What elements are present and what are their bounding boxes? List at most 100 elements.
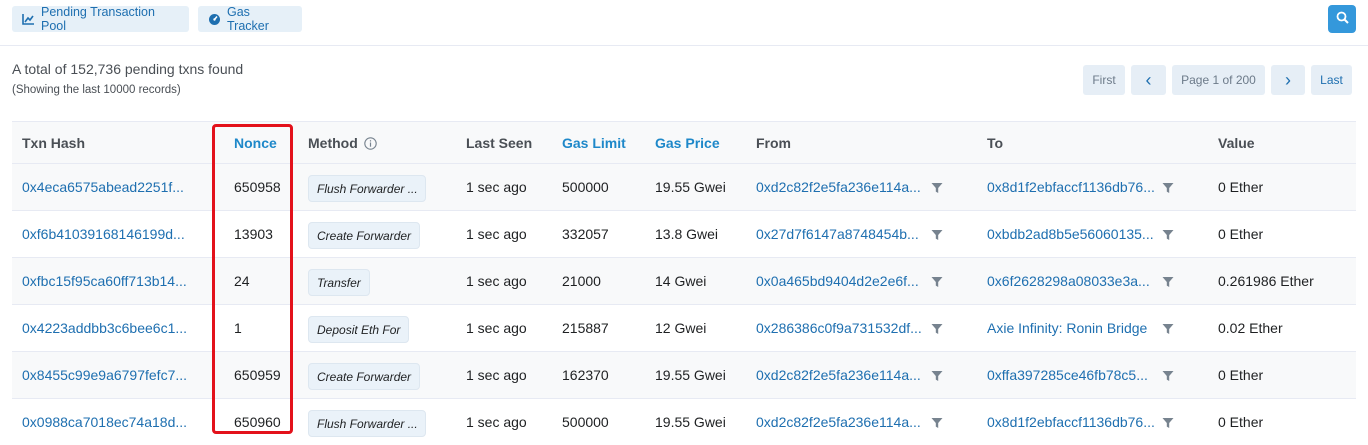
value-amount: 0.261986 Ether: [1218, 273, 1314, 289]
value-amount: 0 Ether: [1218, 179, 1264, 195]
txn-hash-link[interactable]: 0x8455c99e9a6797fefc7...: [22, 367, 202, 383]
filter-to-icon[interactable]: [1162, 369, 1174, 381]
gas-limit-value: 215887: [562, 320, 609, 336]
value-amount: 0 Ether: [1218, 367, 1264, 383]
table-row: 0xf6b41039168146199d... 13903 Create For…: [12, 211, 1356, 258]
filter-from-icon[interactable]: [931, 416, 943, 428]
pending-txns-summary: A total of 152,736 pending txns found: [12, 61, 244, 77]
filter-from-icon[interactable]: [931, 275, 943, 287]
filter-to-icon[interactable]: [1162, 228, 1174, 240]
last-seen-value: 1 sec ago: [466, 179, 527, 195]
filter-from-icon[interactable]: [931, 322, 943, 334]
gas-limit-value: 500000: [562, 179, 609, 195]
filter-to-icon[interactable]: [1162, 416, 1174, 428]
txn-hash-link[interactable]: 0x0988ca7018ec74a18d...: [22, 414, 202, 430]
header-gas-price[interactable]: Gas Price: [655, 135, 720, 151]
header-to: To: [987, 135, 1004, 151]
nonce-value: 650959: [234, 367, 281, 383]
txn-hash-link[interactable]: 0x4223addbb3c6bee6c1...: [22, 320, 202, 336]
gas-price-value: 13.8 Gwei: [655, 226, 719, 242]
table-header: Txn Hash Nonce Method Last Seen Gas Limi…: [12, 121, 1356, 164]
header-txn-hash: Txn Hash: [22, 135, 86, 151]
chart-icon: [22, 13, 35, 25]
filter-to-icon[interactable]: [1162, 275, 1174, 287]
pagination-page-indicator: Page 1 of 200: [1172, 65, 1265, 95]
filter-from-icon[interactable]: [931, 369, 943, 381]
pagination-prev-button[interactable]: ‹: [1131, 65, 1166, 95]
from-address-link[interactable]: 0xd2c82f2e5fa236e114a...: [756, 179, 926, 195]
gas-price-value: 19.55 Gwei: [655, 179, 726, 195]
last-seen-value: 1 sec ago: [466, 414, 527, 430]
txn-hash-link[interactable]: 0xfbc15f95ca60ff713b14...: [22, 273, 202, 289]
pending-transaction-pool-label: Pending Transaction Pool: [41, 5, 155, 33]
value-amount: 0 Ether: [1218, 226, 1264, 242]
search-button[interactable]: [1328, 5, 1356, 33]
to-address-link[interactable]: 0x6f2628298a08033e3a...: [987, 273, 1159, 289]
method-badge: Create Forwarder: [308, 222, 421, 249]
pagination-next-button[interactable]: ›: [1271, 65, 1305, 95]
filter-to-icon[interactable]: [1162, 181, 1174, 193]
pagination-first-button[interactable]: First: [1083, 65, 1125, 95]
gas-tracker-button[interactable]: Gas Tracker: [198, 5, 302, 33]
gas-limit-value: 332057: [562, 226, 609, 242]
header-gas-limit[interactable]: Gas Limit: [562, 135, 626, 151]
method-badge: Flush Forwarder ...: [308, 175, 426, 202]
header-method: Method: [308, 135, 377, 153]
to-address-link[interactable]: 0xffa397285ce46fb78c5...: [987, 367, 1159, 383]
table-body: 0x4eca6575abead2251f... 650958 Flush For…: [12, 164, 1356, 445]
top-toolbar: Pending Transaction Pool Gas Tracker: [0, 0, 1368, 46]
filter-to-icon[interactable]: [1162, 322, 1174, 334]
from-address-link[interactable]: 0xd2c82f2e5fa236e114a...: [756, 414, 926, 430]
pending-transactions-table: Txn Hash Nonce Method Last Seen Gas Limi…: [12, 121, 1356, 445]
from-address-link[interactable]: 0x286386c0f9a731532df...: [756, 320, 926, 336]
search-icon: [1336, 11, 1349, 27]
gas-price-value: 12 Gwei: [655, 320, 707, 336]
from-address-link[interactable]: 0x27d7f6147a8748454b...: [756, 226, 926, 242]
txn-hash-link[interactable]: 0xf6b41039168146199d...: [22, 226, 202, 242]
to-address-link[interactable]: 0xbdb2ad8b5e56060135...: [987, 226, 1159, 242]
method-badge: Deposit Eth For: [308, 316, 410, 343]
from-address-link[interactable]: 0xd2c82f2e5fa236e114a...: [756, 367, 926, 383]
filter-from-icon[interactable]: [931, 228, 943, 240]
header-last-seen: Last Seen: [466, 135, 533, 151]
nonce-value: 650960: [234, 414, 281, 430]
last-seen-value: 1 sec ago: [466, 367, 527, 383]
table-row: 0x4223addbb3c6bee6c1... 1 Deposit Eth Fo…: [12, 305, 1356, 352]
pending-transaction-pool-button[interactable]: Pending Transaction Pool: [12, 5, 189, 33]
gas-tracker-label: Gas Tracker: [227, 5, 269, 33]
gas-price-value: 19.55 Gwei: [655, 414, 726, 430]
header-nonce[interactable]: Nonce: [234, 135, 277, 151]
to-address-link[interactable]: 0x8d1f2ebfaccf1136db76...: [987, 414, 1159, 430]
pagination-last-button[interactable]: Last: [1311, 65, 1352, 95]
gas-price-value: 14 Gwei: [655, 273, 707, 289]
table-row: 0xfbc15f95ca60ff713b14... 24 Transfer 1 …: [12, 258, 1356, 305]
table-row: 0x4eca6575abead2251f... 650958 Flush For…: [12, 164, 1356, 211]
from-address-link[interactable]: 0x0a465bd9404d2e2e6f...: [756, 273, 926, 289]
nonce-value: 650958: [234, 179, 281, 195]
records-note: (Showing the last 10000 records): [12, 84, 181, 96]
method-badge: Create Forwarder: [308, 363, 421, 390]
last-seen-value: 1 sec ago: [466, 273, 527, 289]
method-badge: Flush Forwarder ...: [308, 410, 426, 437]
info-icon[interactable]: [363, 137, 377, 153]
gas-limit-value: 500000: [562, 414, 609, 430]
to-address-link[interactable]: 0x8d1f2ebfaccf1136db76...: [987, 179, 1159, 195]
table-row: 0x0988ca7018ec74a18d... 650960 Flush For…: [12, 399, 1356, 445]
header-method-label: Method: [308, 135, 358, 151]
gauge-icon: [208, 13, 221, 25]
method-badge: Transfer: [308, 269, 370, 296]
gas-limit-value: 162370: [562, 367, 609, 383]
nonce-value: 1: [234, 320, 242, 336]
nonce-value: 13903: [234, 226, 273, 242]
value-amount: 0.02 Ether: [1218, 320, 1283, 336]
last-seen-value: 1 sec ago: [466, 320, 527, 336]
value-amount: 0 Ether: [1218, 414, 1264, 430]
header-from: From: [756, 135, 791, 151]
last-seen-value: 1 sec ago: [466, 226, 527, 242]
to-address-link[interactable]: Axie Infinity: Ronin Bridge: [987, 320, 1159, 336]
nonce-value: 24: [234, 273, 250, 289]
gas-limit-value: 21000: [562, 273, 601, 289]
filter-from-icon[interactable]: [931, 181, 943, 193]
table-row: 0x8455c99e9a6797fefc7... 650959 Create F…: [12, 352, 1356, 399]
txn-hash-link[interactable]: 0x4eca6575abead2251f...: [22, 179, 202, 195]
